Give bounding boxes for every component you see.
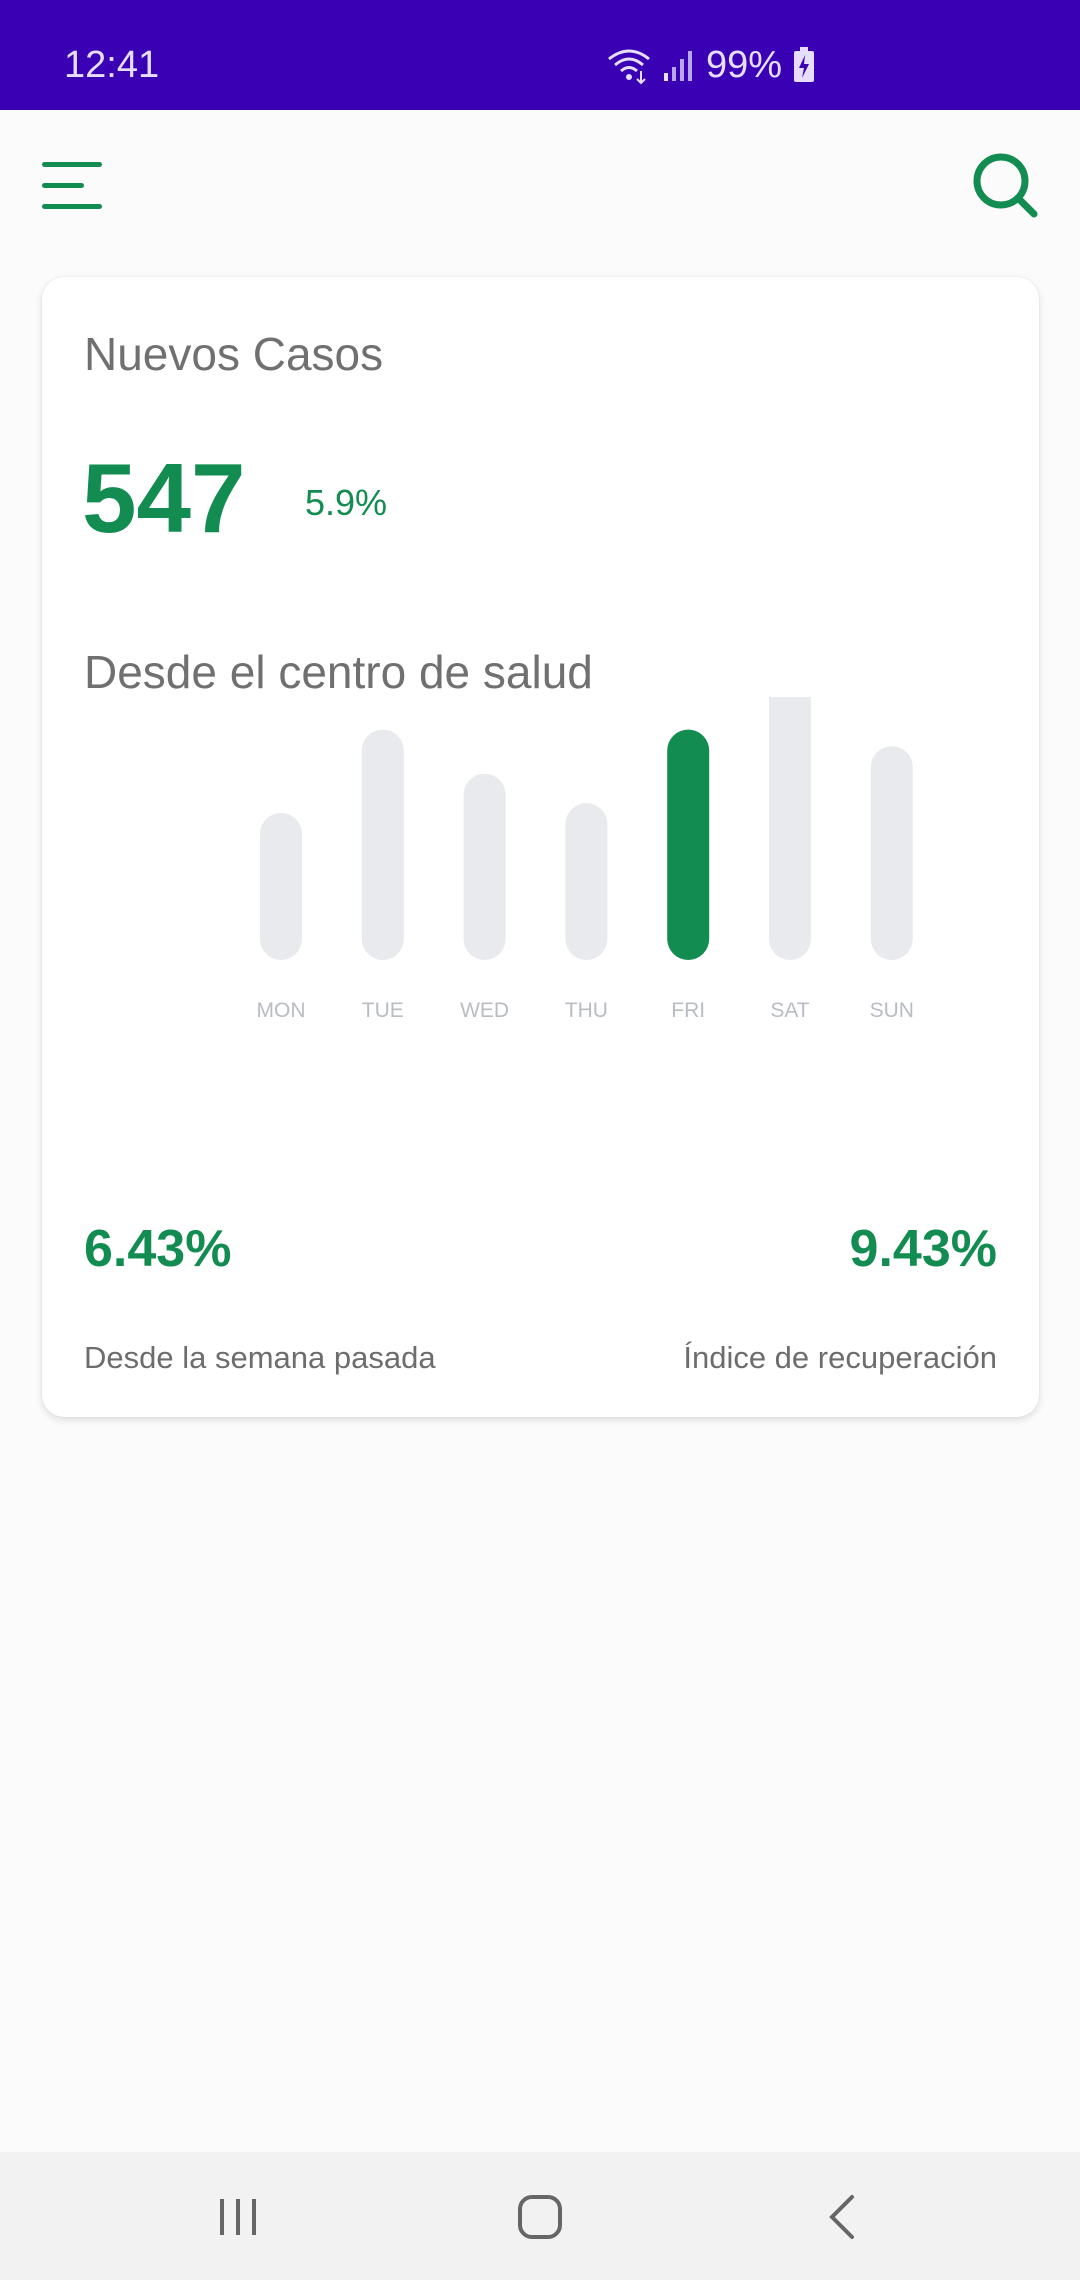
tick-label-tue: TUE: [362, 999, 404, 1022]
bar-thu: [565, 803, 608, 960]
recovery-rate-value: 9.43%: [849, 1220, 997, 1278]
card-title: Nuevos Casos: [84, 328, 384, 380]
menu-icon[interactable]: [40, 156, 106, 216]
new-cases-count: 547: [82, 443, 246, 553]
wifi-icon: [608, 49, 650, 85]
tick-label-mon: MON: [257, 999, 306, 1022]
status-bar: 12:41 99%: [0, 0, 1080, 110]
bar-fri: [667, 729, 710, 960]
tick-label-wed: WED: [460, 999, 509, 1022]
battery-percent: 99%: [706, 43, 783, 86]
status-time: 12:41: [64, 44, 160, 86]
back-icon[interactable]: [808, 2182, 878, 2252]
weekly-change-label: Desde la semana pasada: [84, 1340, 436, 1375]
bar-mon: [260, 812, 302, 960]
weekly-cases-chart: MON TUE WED THU FRI SAT SUN: [257, 697, 914, 1022]
battery-charging-icon: [794, 47, 815, 82]
tick-label-sun: SUN: [870, 999, 914, 1022]
signal-icon: [664, 51, 692, 81]
new-cases-card: Nuevos Casos 547 5.9% Desde el centro de…: [42, 277, 1039, 1417]
tick-label-thu: THU: [565, 999, 608, 1022]
tick-label-fri: FRI: [671, 999, 705, 1022]
search-icon[interactable]: [970, 150, 1040, 220]
new-cases-percent: 5.9%: [305, 482, 388, 523]
bar-wed: [463, 773, 506, 960]
chart-subtitle: Desde el centro de salud: [84, 646, 593, 698]
tick-label-sat: SAT: [770, 999, 809, 1022]
navigation-bar: [0, 2152, 1080, 2280]
app-bar: [0, 110, 1080, 260]
status-icons: 99%: [606, 40, 816, 90]
bar-sun: [870, 746, 913, 960]
weekly-change-value: 6.43%: [84, 1220, 232, 1278]
home-icon[interactable]: [505, 2182, 575, 2252]
bar-tue: [361, 729, 404, 960]
bar-sat: [769, 697, 811, 960]
recent-apps-icon[interactable]: [203, 2182, 273, 2252]
recovery-rate-label: Índice de recuperación: [683, 1340, 997, 1375]
